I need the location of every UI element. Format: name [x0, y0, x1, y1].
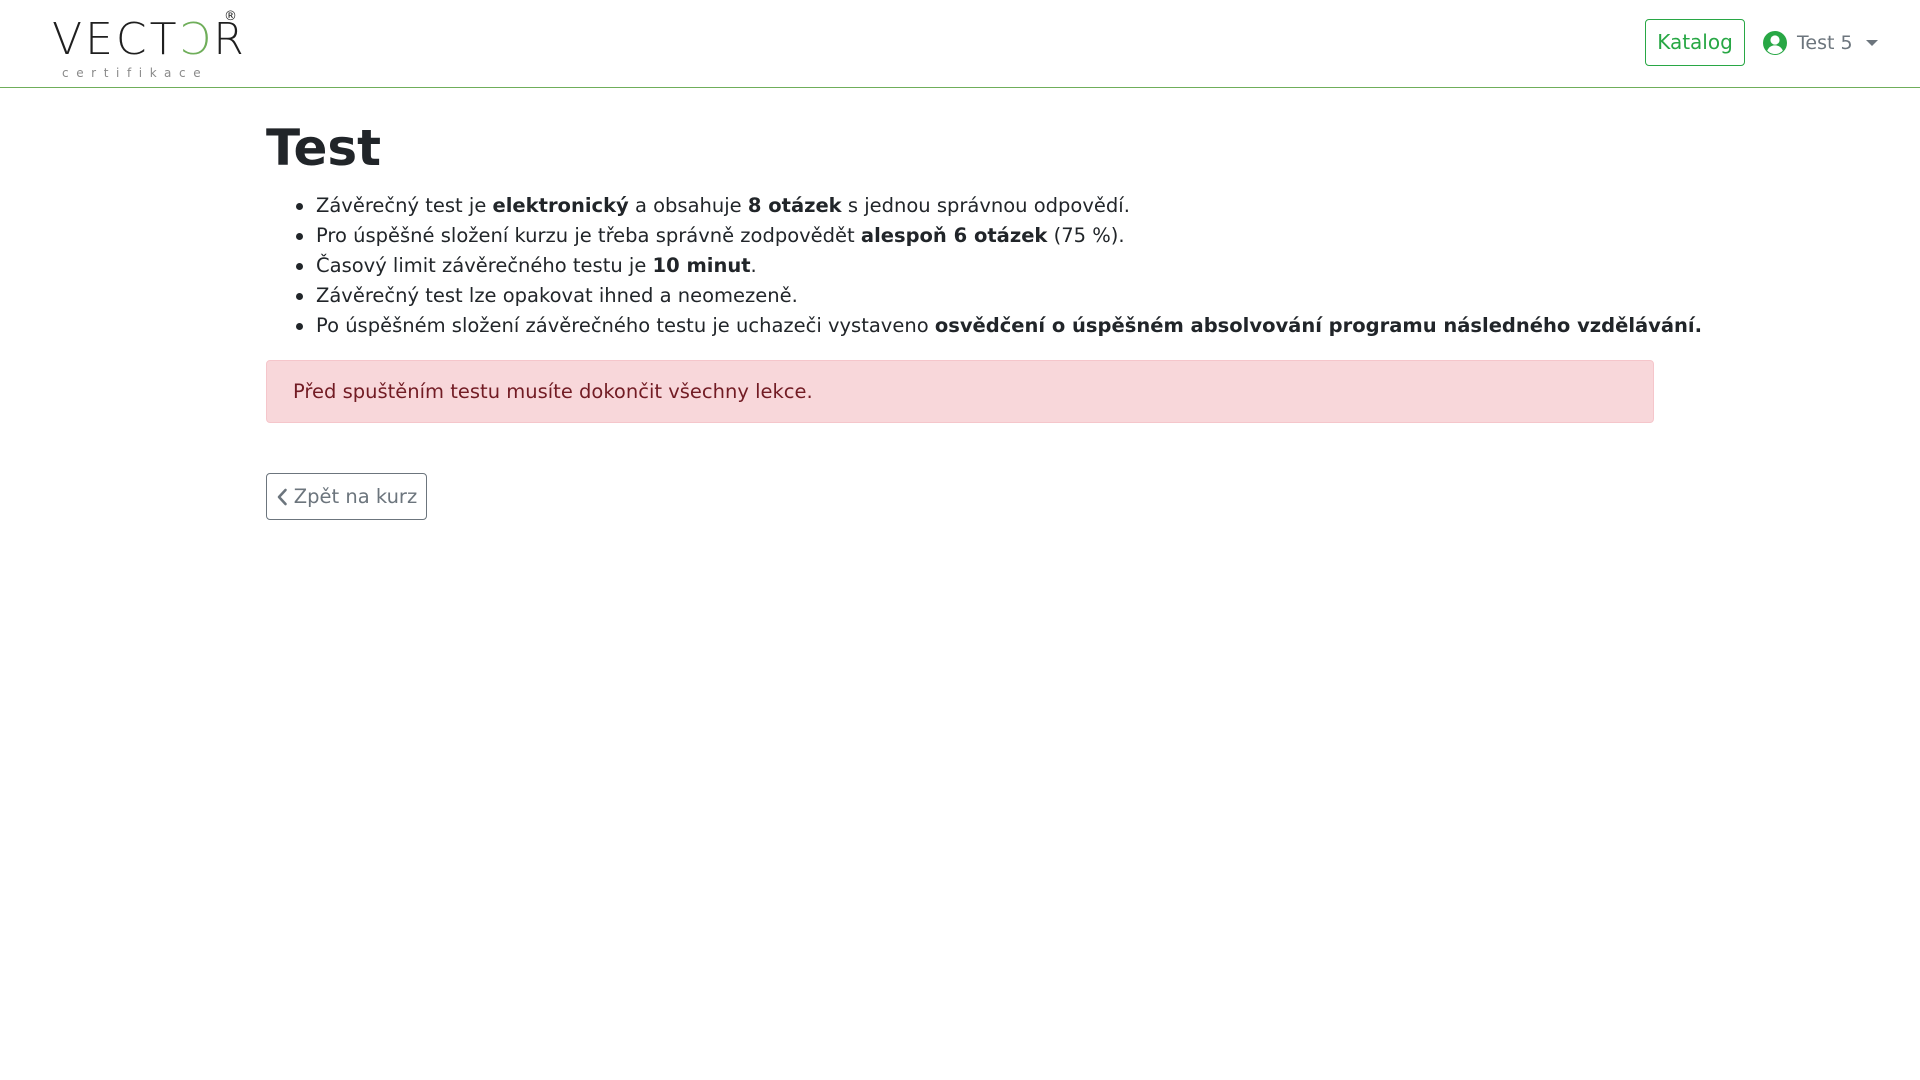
user-name: Test 5	[1797, 32, 1853, 54]
brand-logo[interactable]: VECTƆR ® certifikace	[52, 9, 252, 81]
top-navbar: VECTƆR ® certifikace Katalog Test 5	[0, 0, 1920, 88]
back-button-label: Zpět na kurz	[293, 485, 418, 508]
page-title: Test	[266, 119, 382, 177]
list-item: Pro úspěšné složení kurzu je třeba správ…	[266, 221, 1654, 251]
lessons-required-alert: Před spuštěním testu musíte dokončit vše…	[266, 360, 1654, 423]
test-info-list: Závěrečný test je elektronický a obsahuj…	[266, 191, 1702, 341]
list-item: Závěrečný test lze opakovat ihned a neom…	[266, 281, 1654, 311]
brand-subtitle: certifikace	[62, 66, 209, 80]
chevron-left-icon	[276, 488, 288, 506]
registered-mark: ®	[224, 9, 237, 24]
brand-wordmark: VECTƆR	[52, 14, 247, 65]
user-dropdown[interactable]: Test 5	[1762, 26, 1878, 60]
catalog-button[interactable]: Katalog	[1645, 19, 1745, 66]
back-to-course-button[interactable]: Zpět na kurz	[266, 473, 427, 520]
user-circle-icon	[1762, 30, 1788, 56]
list-item: Po úspěšném složení závěrečného testu je…	[266, 311, 1702, 341]
list-item: Závěrečný test je elektronický a obsahuj…	[266, 191, 1654, 221]
caret-down-icon	[1865, 40, 1878, 46]
list-item: Časový limit závěrečného testu je 10 min…	[266, 251, 1654, 281]
